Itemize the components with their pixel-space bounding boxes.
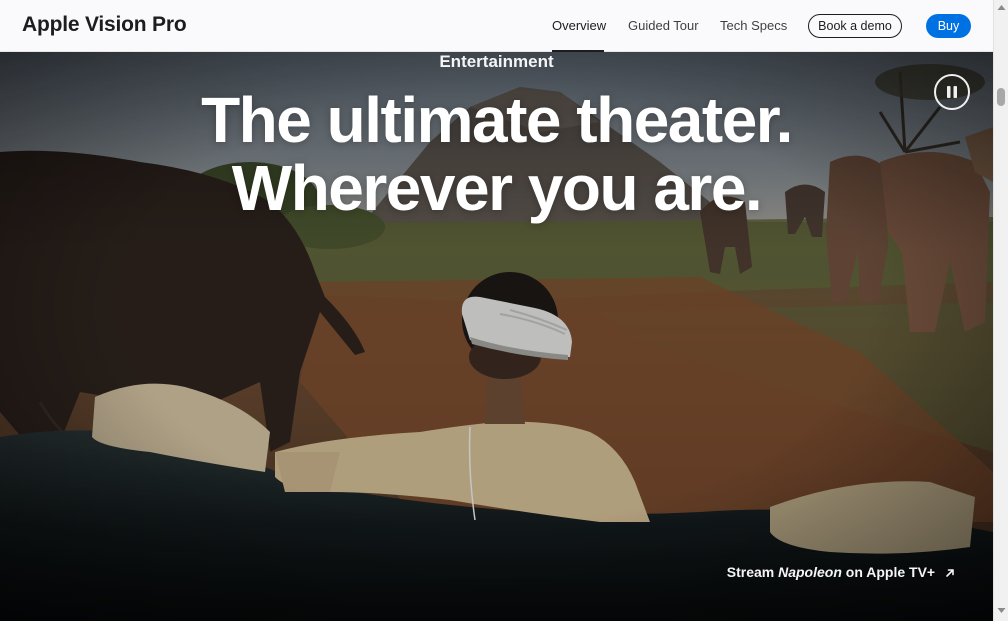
stream-title: Napoleon [778, 564, 842, 580]
book-demo-button[interactable]: Book a demo [808, 14, 902, 38]
scroll-up-arrow-icon[interactable] [997, 4, 1006, 11]
headline-line-2: Wherever you are. [231, 152, 763, 224]
local-nav: Apple Vision Pro Overview Guided Tour Te… [0, 0, 993, 52]
product-title[interactable]: Apple Vision Pro [22, 13, 187, 37]
stream-napoleon-link[interactable]: Stream Napoleon on Apple TV+ [727, 564, 955, 580]
pause-icon [947, 86, 957, 98]
hero-section: Entertainment The ultimate theater. Wher… [0, 52, 993, 621]
nav-link-guided-tour[interactable]: Guided Tour [628, 18, 699, 33]
current-page-indicator [552, 50, 604, 52]
page: Apple Vision Pro Overview Guided Tour Te… [0, 0, 1008, 621]
headline-line-1: The ultimate theater. [201, 84, 793, 156]
stream-prefix: Stream [726, 564, 779, 580]
arrow-up-right-icon [946, 569, 954, 577]
nav-link-tech-specs[interactable]: Tech Specs [720, 18, 787, 33]
buy-button[interactable]: Buy [926, 14, 971, 38]
scroll-down-arrow-icon[interactable] [997, 607, 1006, 614]
nav-link-overview[interactable]: Overview [552, 18, 606, 33]
pause-button[interactable] [934, 74, 970, 110]
vertical-scrollbar[interactable] [993, 0, 1008, 621]
hero-headline: The ultimate theater. Wherever you are. [0, 86, 993, 222]
stream-suffix: on Apple TV+ [841, 564, 936, 580]
section-eyebrow: Entertainment [439, 52, 554, 71]
scrollbar-thumb[interactable] [997, 88, 1005, 106]
